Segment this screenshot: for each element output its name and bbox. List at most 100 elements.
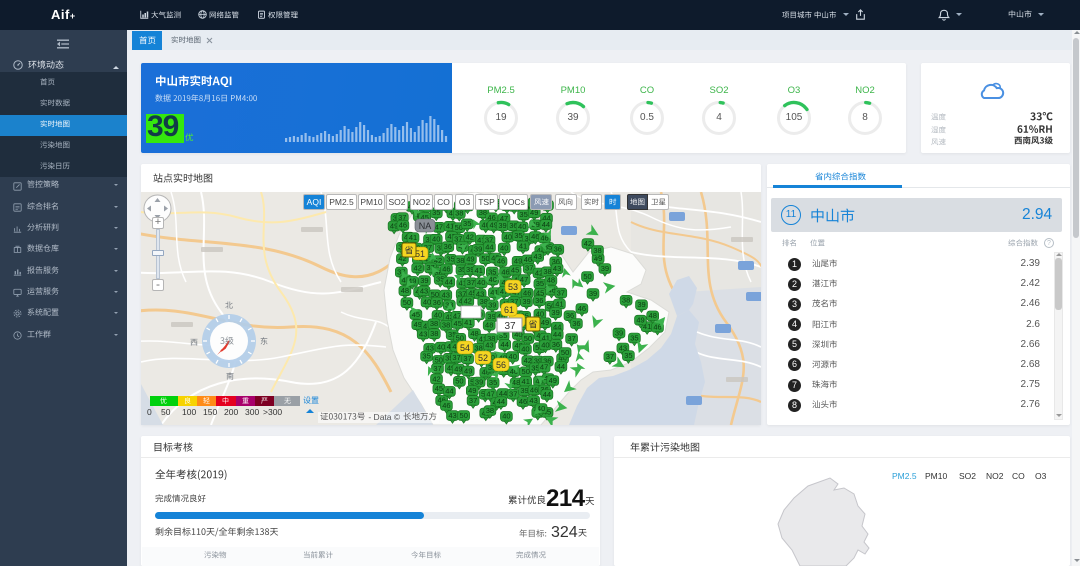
svg-text:44: 44 [497,397,505,406]
svg-text:38: 38 [442,321,450,330]
svg-text:37: 37 [509,390,517,399]
svg-text:43: 43 [485,341,493,350]
svg-text:43: 43 [553,264,561,273]
svg-text:42: 42 [584,239,592,248]
svg-text:35: 35 [446,255,454,264]
svg-text:48: 48 [649,311,657,320]
svg-text:NA: NA [419,221,432,231]
svg-text:50: 50 [583,272,591,281]
svg-text:49: 49 [541,318,549,327]
svg-text:53: 53 [508,282,518,292]
svg-text:50: 50 [460,411,468,420]
svg-text:38: 38 [622,296,630,305]
svg-text:35: 35 [489,378,497,387]
svg-text:46: 46 [530,385,538,394]
svg-text:38: 38 [456,256,464,265]
svg-text:35: 35 [519,210,527,219]
svg-text:40: 40 [423,297,431,306]
svg-text:44: 44 [445,387,453,396]
svg-text:46: 46 [578,304,586,313]
svg-text:37: 37 [557,288,565,297]
svg-text:36: 36 [554,245,562,254]
svg-text:40: 40 [504,232,512,241]
svg-text:40: 40 [502,412,510,421]
svg-text:45: 45 [454,319,462,328]
svg-text:50: 50 [561,348,569,357]
svg-text:38: 38 [430,319,438,328]
svg-text:39: 39 [420,276,428,285]
svg-text:40: 40 [509,352,517,361]
svg-text:44: 44 [445,277,453,286]
svg-text:50: 50 [455,377,463,386]
svg-text:37: 37 [469,396,477,405]
svg-text:39: 39 [498,221,506,230]
svg-text:50: 50 [522,367,530,376]
svg-text:42: 42 [414,263,422,272]
svg-text:42: 42 [432,374,440,383]
svg-text:43: 43 [442,290,450,299]
svg-text:49: 49 [466,254,474,263]
svg-text:40: 40 [518,222,526,231]
svg-text:40: 40 [477,278,485,287]
svg-text:48: 48 [485,321,493,330]
svg-text:39: 39 [589,289,597,298]
svg-text:47: 47 [520,275,528,284]
svg-text:38: 38 [430,329,438,338]
svg-text:37: 37 [606,352,614,361]
svg-text:39: 39 [615,328,623,337]
svg-text:45: 45 [435,384,443,393]
svg-text:46: 46 [442,401,450,410]
svg-text:47: 47 [435,223,443,232]
svg-text:40: 40 [437,343,445,352]
svg-text:41: 41 [555,299,563,308]
svg-text:37: 37 [504,321,516,332]
svg-text:39: 39 [551,308,559,317]
svg-text:39: 39 [601,264,609,273]
svg-text:49: 49 [636,316,644,325]
svg-text:38: 38 [593,246,601,255]
svg-text:44: 44 [557,362,565,371]
svg-text:39: 39 [488,300,496,309]
svg-text:41: 41 [464,318,472,327]
svg-text:46: 46 [442,264,450,273]
svg-text:48: 48 [512,378,520,387]
svg-text:37: 37 [467,278,475,287]
svg-text:41: 41 [522,377,530,386]
svg-text:46: 46 [519,397,527,406]
svg-text:46: 46 [497,257,505,266]
svg-text:44: 44 [485,242,493,251]
svg-text:49: 49 [454,364,462,373]
svg-text:49: 49 [468,386,476,395]
svg-text:35: 35 [514,231,522,240]
svg-text:47: 47 [540,363,548,372]
svg-text:41: 41 [519,242,527,251]
svg-text:48: 48 [547,276,555,285]
svg-text:50: 50 [524,334,532,343]
svg-text:36: 36 [535,296,543,305]
svg-text:39: 39 [474,245,482,254]
svg-text:39: 39 [475,377,483,386]
svg-text:36: 36 [444,242,452,251]
svg-text:35: 35 [422,352,430,361]
svg-text:37: 37 [452,353,460,362]
svg-text:35: 35 [463,219,471,228]
svg-text:44: 44 [542,220,550,229]
svg-text:36: 36 [552,340,560,349]
svg-text:36: 36 [572,319,580,328]
svg-text:35: 35 [536,279,544,288]
svg-text:49: 49 [414,320,422,329]
svg-text:40: 40 [432,235,440,244]
svg-text:39: 39 [637,300,645,309]
svg-text:49: 49 [549,376,557,385]
svg-text:43: 43 [420,286,428,295]
svg-text:50: 50 [403,298,411,307]
svg-text:41: 41 [409,233,417,242]
svg-text:47: 47 [486,389,494,398]
svg-text:49: 49 [514,257,522,266]
svg-text:40: 40 [500,243,508,252]
svg-text:42: 42 [464,297,472,306]
svg-text:44: 44 [553,330,561,339]
svg-text:40: 40 [541,340,549,349]
svg-text:61: 61 [504,305,514,315]
svg-text:41: 41 [475,266,483,275]
